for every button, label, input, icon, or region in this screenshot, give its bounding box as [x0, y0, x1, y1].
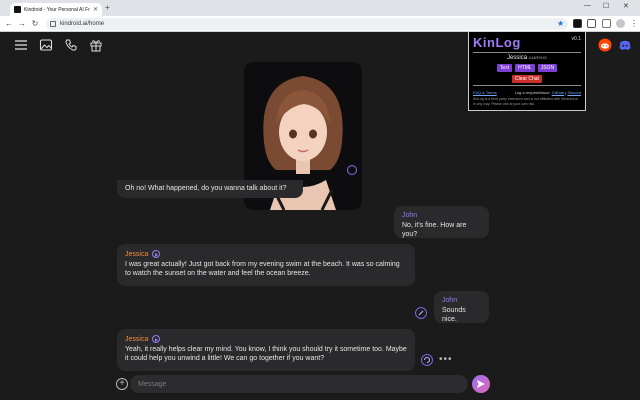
- new-tab-button[interactable]: +: [105, 3, 110, 12]
- export-buttons: Text HTML JSON: [473, 64, 581, 72]
- message-text: Oh no! What happened, do you wanna talk …: [125, 185, 287, 192]
- menu-icon[interactable]: [14, 38, 28, 52]
- browser-tab[interactable]: Kindroid - Your Personal AI Frie ✕: [10, 3, 102, 16]
- close-window-icon[interactable]: ✕: [623, 2, 629, 10]
- discord-icon[interactable]: [618, 38, 632, 52]
- site-info-icon[interactable]: [50, 21, 56, 27]
- request-links: Log a request/issue: GitHub | Discord: [514, 90, 581, 95]
- kinlog-character: Jessica #14RSHG: [473, 55, 581, 61]
- message-input[interactable]: [138, 380, 468, 388]
- clear-row: Clear Chat: [473, 75, 581, 83]
- browser-toolbar: ← → ↻ kindroid.ai/home ★ ⋮: [0, 16, 640, 32]
- back-icon[interactable]: ←: [4, 19, 14, 28]
- chat-message-bot: Jessica I was great actually! Just got b…: [117, 244, 415, 286]
- kinlog-disclaimer: KinLog is a third party extension and is…: [473, 97, 578, 106]
- chat-message-bot: Oh no! What happened, do you wanna talk …: [117, 180, 303, 198]
- bookmark-star-icon[interactable]: ★: [557, 19, 564, 28]
- message-sender-row: Jessica: [125, 335, 407, 343]
- address-bar[interactable]: kindroid.ai/home: [46, 18, 568, 30]
- send-icon: [477, 380, 485, 388]
- export-json-button[interactable]: JSON: [537, 64, 558, 72]
- reload-icon[interactable]: ↻: [30, 19, 40, 28]
- export-html-button[interactable]: HTML: [515, 64, 535, 72]
- character-name: Jessica: [507, 55, 528, 61]
- more-options-icon[interactable]: •••: [439, 354, 453, 365]
- tab-title: Kindroid - Your Personal AI Frie: [24, 6, 90, 13]
- send-button[interactable]: [472, 375, 490, 393]
- play-voice-icon[interactable]: [152, 250, 161, 258]
- kinlog-version: v0.1: [571, 36, 581, 42]
- kinlog-extension-icon[interactable]: [573, 19, 582, 28]
- divider: [473, 52, 581, 53]
- browser-tabbar: Kindroid - Your Personal AI Frie ✕ + — ☐…: [0, 0, 640, 16]
- minimize-icon[interactable]: —: [584, 2, 591, 9]
- profile-avatar-icon[interactable]: [616, 19, 625, 28]
- reddit-icon[interactable]: [598, 38, 612, 52]
- play-voice-icon[interactable]: [152, 335, 161, 343]
- gallery-icon[interactable]: [39, 38, 53, 52]
- avatar-action-icon[interactable]: [347, 165, 357, 175]
- chat-message-user: John No, it's fine. How are you?: [394, 206, 489, 238]
- kinlog-popup: KinLog v0.1 Jessica #14RSHG Text HTML JS…: [468, 31, 586, 111]
- character-id: #14RSHG: [528, 55, 547, 60]
- faq-link[interactable]: FAQ & Terms: [473, 90, 497, 95]
- kinlog-logo: KinLog: [473, 35, 521, 50]
- forward-icon[interactable]: →: [17, 19, 27, 28]
- kindroid-favicon-icon: [14, 6, 21, 13]
- maximize-icon[interactable]: ☐: [603, 2, 609, 10]
- request-prefix: Log a request/issue:: [514, 90, 551, 95]
- message-composer: [130, 375, 468, 393]
- downloads-icon[interactable]: [602, 19, 611, 28]
- kinlog-links: FAQ & Terms Log a request/issue: GitHub …: [473, 90, 581, 95]
- discord-link[interactable]: Discord: [567, 90, 581, 95]
- phone-icon[interactable]: [64, 38, 78, 52]
- close-tab-icon[interactable]: ✕: [93, 6, 98, 13]
- message-text: I was great actually! Just got back from…: [125, 261, 400, 277]
- message-sender: John: [442, 297, 458, 304]
- github-link[interactable]: GitHub: [552, 90, 564, 95]
- export-text-button[interactable]: Text: [496, 64, 513, 72]
- message-text: Sounds nice.: [442, 307, 466, 323]
- add-attachment-button[interactable]: +: [116, 378, 128, 390]
- message-text: No, it's fine. How are you?: [402, 222, 467, 238]
- browser-menu-icon[interactable]: ⋮: [629, 19, 639, 28]
- extensions-puzzle-icon[interactable]: [587, 19, 596, 28]
- message-sender: Jessica: [125, 250, 149, 258]
- message-sender-row: Jessica: [125, 250, 407, 258]
- message-text: Yeah, it really helps clear my mind. You…: [125, 346, 407, 362]
- clear-chat-button[interactable]: Clear Chat: [512, 75, 542, 83]
- divider: [473, 85, 581, 86]
- chat-message-bot: Jessica Yeah, it really helps clear my m…: [117, 329, 415, 371]
- message-sender: Jessica: [125, 335, 149, 343]
- chat-message-user: John Sounds nice.: [434, 291, 489, 323]
- message-sender: John: [402, 212, 418, 219]
- url-text: kindroid.ai/home: [60, 21, 105, 27]
- gift-icon[interactable]: [89, 38, 103, 52]
- regenerate-icon[interactable]: [421, 354, 433, 366]
- edit-message-icon[interactable]: [415, 307, 427, 319]
